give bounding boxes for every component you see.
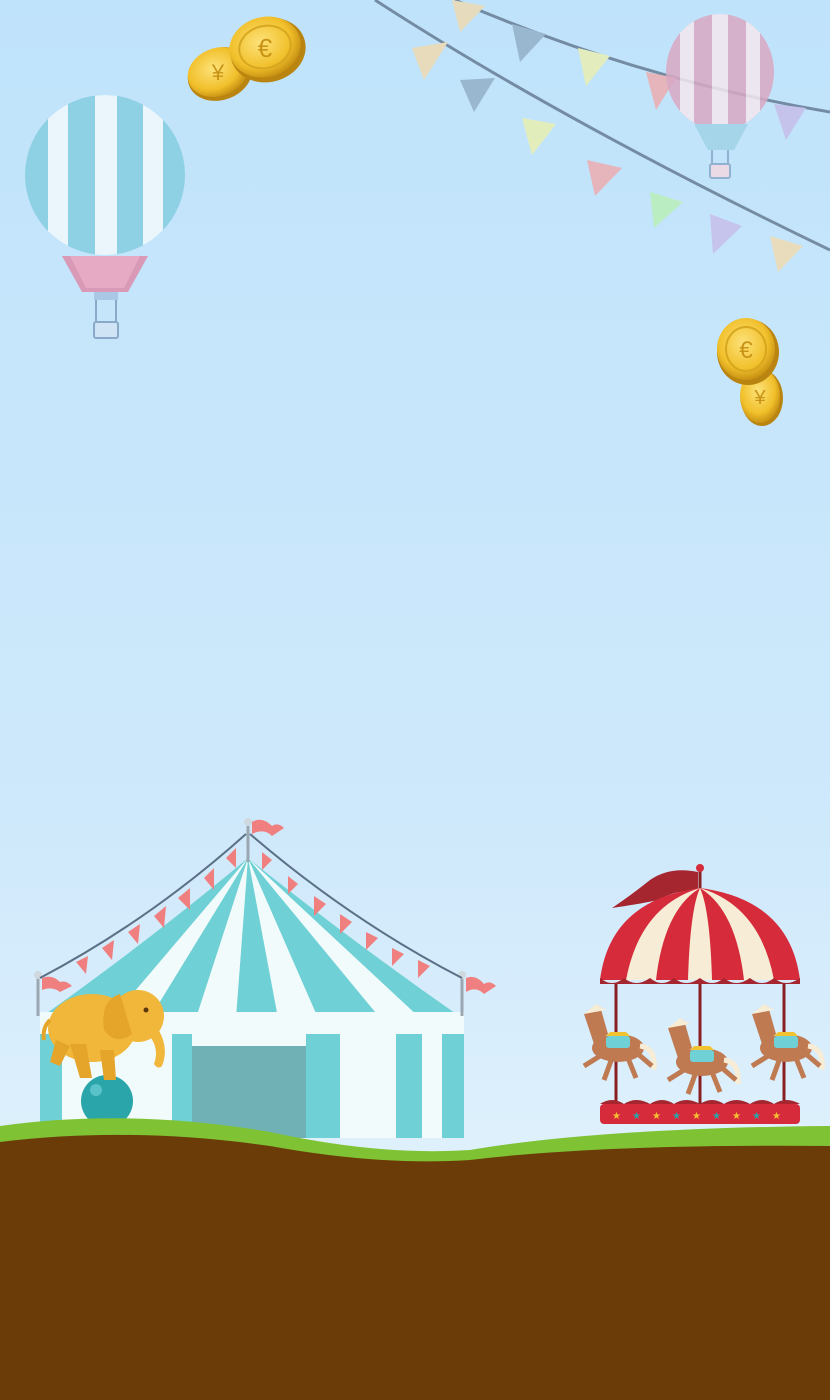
soil-ground: [0, 1134, 830, 1400]
svg-text:¥: ¥: [753, 387, 766, 409]
svg-text:★: ★: [672, 1111, 681, 1122]
svg-text:★: ★: [752, 1111, 761, 1122]
svg-text:★: ★: [612, 1111, 621, 1122]
svg-text:¥: ¥: [211, 60, 225, 85]
svg-text:★: ★: [632, 1111, 641, 1122]
circus-scene: ¥ € ¥ € ★ ★ ★ ★ ★ ★ ★ ★ ★: [0, 0, 830, 1400]
svg-text:★: ★: [692, 1111, 701, 1122]
svg-text:★: ★: [652, 1111, 661, 1122]
svg-text:★: ★: [732, 1111, 741, 1122]
svg-text:★: ★: [772, 1111, 781, 1122]
scene-canvas: ¥ € ¥ € ★ ★ ★ ★ ★ ★ ★ ★ ★: [0, 0, 830, 1400]
svg-text:€: €: [739, 337, 753, 364]
svg-text:★: ★: [712, 1111, 721, 1122]
svg-text:€: €: [258, 33, 273, 63]
